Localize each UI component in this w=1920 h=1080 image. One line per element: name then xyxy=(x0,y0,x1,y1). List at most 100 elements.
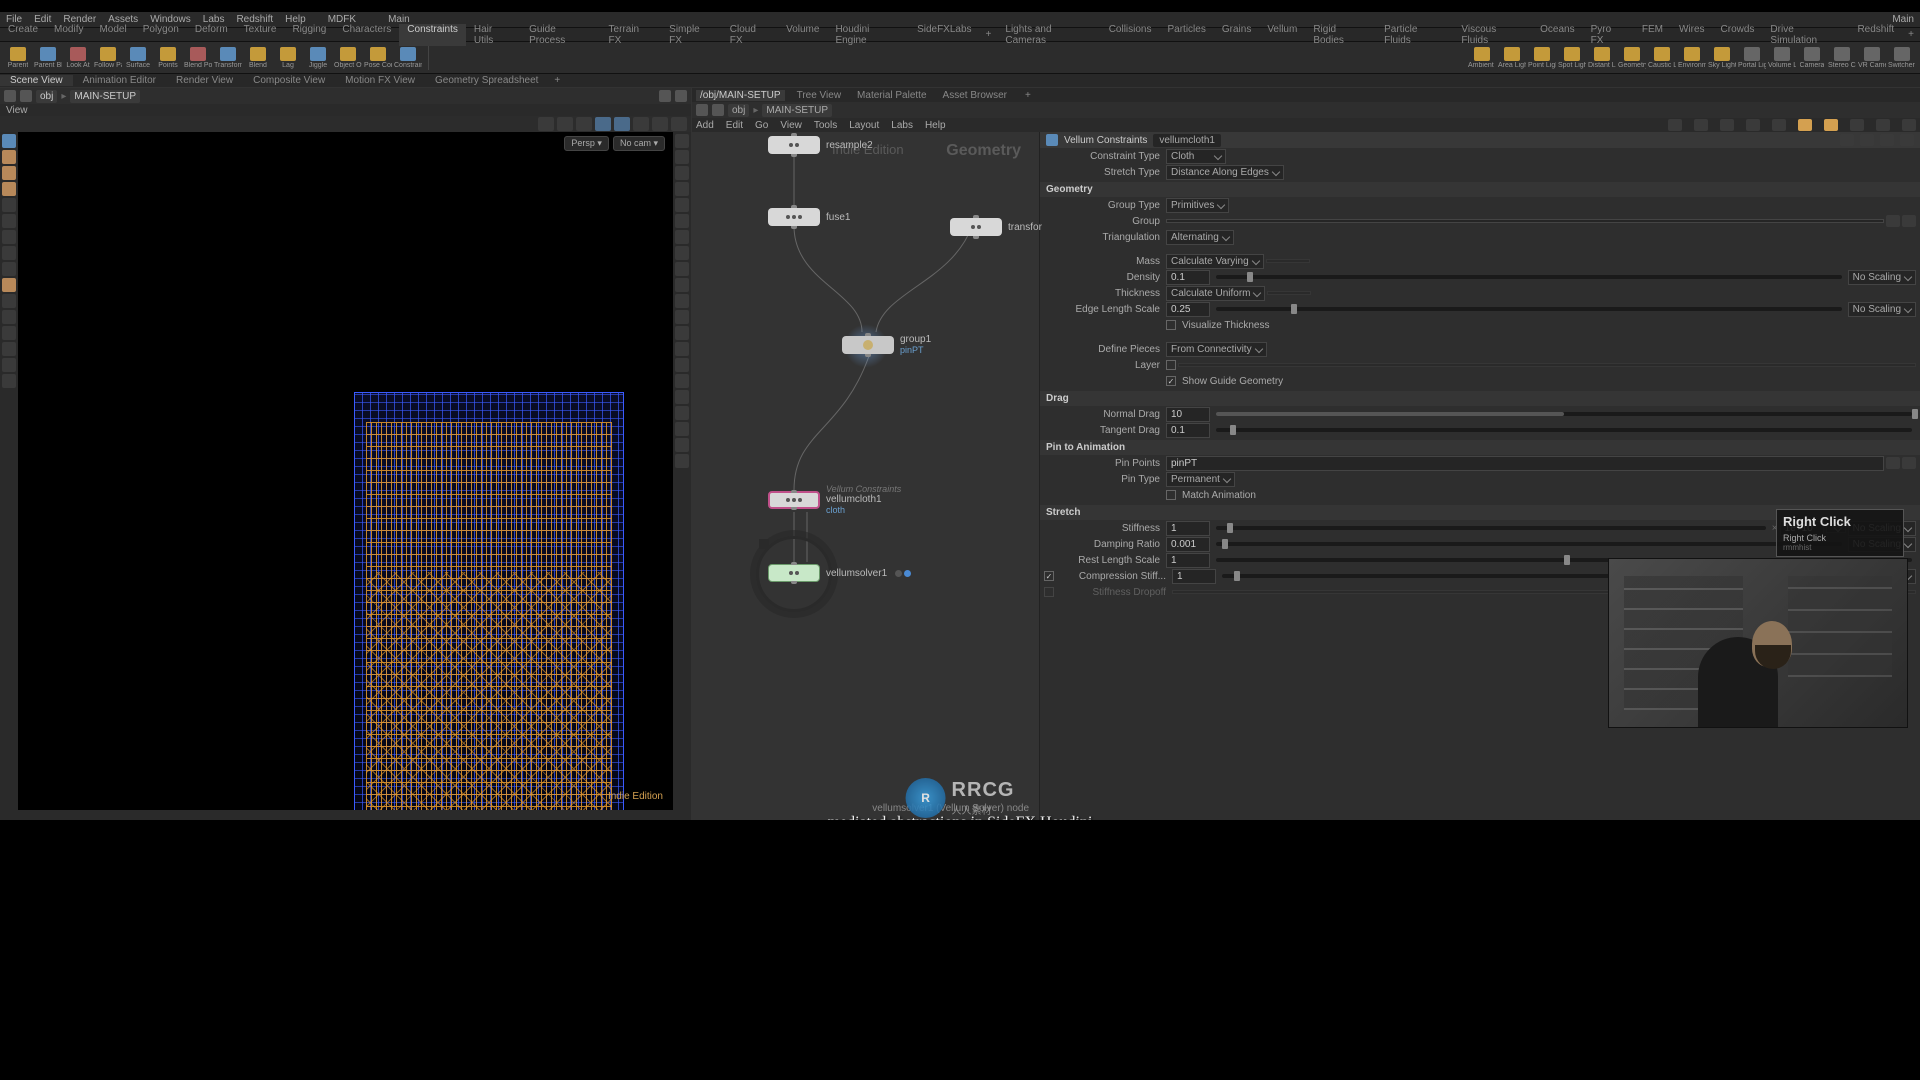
brush-tool-icon[interactable] xyxy=(2,262,16,276)
network-tab-path[interactable]: /obj/MAIN-SETUP xyxy=(696,90,785,101)
net-menu-view[interactable]: View xyxy=(780,120,802,131)
net-icon-9[interactable] xyxy=(1876,119,1890,131)
shelf-tab[interactable]: Deform xyxy=(187,24,236,46)
node-fuse[interactable]: fuse1 xyxy=(768,208,850,226)
tangent-drag-slider[interactable] xyxy=(1216,428,1912,432)
shelf-tool[interactable]: Sky Light xyxy=(1708,44,1736,72)
dispopt-12-icon[interactable] xyxy=(675,310,689,324)
path-obj[interactable]: obj xyxy=(36,90,57,103)
vp-tool-7[interactable] xyxy=(652,117,668,131)
net-icon-10[interactable] xyxy=(1902,119,1916,131)
net-icon-1[interactable] xyxy=(1668,119,1682,131)
network-editor[interactable]: Geometry Indie Edition resample2 fuse1 xyxy=(692,132,1040,820)
vp-tool-3[interactable] xyxy=(576,117,592,131)
shelf-tool[interactable]: Distant Light xyxy=(1588,44,1616,72)
shelf-tab[interactable]: Houdini Engine xyxy=(827,24,909,46)
shelf-tab[interactable]: Create xyxy=(0,24,46,46)
node-vellumcloth[interactable]: Vellum Constraints vellumcloth1 cloth xyxy=(768,484,901,515)
pane-tab[interactable]: Animation Editor xyxy=(73,75,166,86)
shelf-tab[interactable]: Cloud FX xyxy=(722,24,778,46)
shelf-tab[interactable]: Vellum xyxy=(1259,24,1305,46)
region-tool-icon[interactable] xyxy=(2,166,16,180)
dispopt-19-icon[interactable] xyxy=(675,422,689,436)
vp-tool-8[interactable] xyxy=(671,117,687,131)
net-fwd-icon[interactable] xyxy=(712,104,724,116)
shelf-tab[interactable]: Modify xyxy=(46,24,91,46)
mass-input[interactable] xyxy=(1266,259,1310,263)
pin-points-input[interactable]: pinPT xyxy=(1166,456,1884,471)
shelf-tool[interactable]: Volume Light xyxy=(1768,44,1796,72)
dispopt-2-icon[interactable] xyxy=(675,150,689,164)
shelf-tab[interactable]: Oceans xyxy=(1532,24,1582,46)
stiffness-input[interactable]: 1 xyxy=(1166,521,1210,536)
pin-points-select-icon[interactable] xyxy=(1886,457,1900,469)
tangent-drag-input[interactable]: 0.1 xyxy=(1166,423,1210,438)
net-path-setup[interactable]: MAIN-SETUP xyxy=(762,104,832,117)
compression-stiff-input[interactable]: 1 xyxy=(1172,569,1216,584)
shelf-tool[interactable]: Lag xyxy=(274,44,302,72)
shelf-tab[interactable]: Rigid Bodies xyxy=(1305,24,1376,46)
layer-toggle[interactable] xyxy=(1166,360,1176,370)
shelf-tab[interactable]: Model xyxy=(91,24,134,46)
show-guide-checkbox[interactable] xyxy=(1166,376,1176,386)
add-shelf-icon[interactable]: + xyxy=(980,29,998,40)
vp-tool-4[interactable] xyxy=(595,117,611,131)
triangulation-dropdown[interactable]: Alternating xyxy=(1166,230,1234,245)
node-transform[interactable]: transfor xyxy=(950,218,1042,236)
shelf-tool[interactable]: Camera xyxy=(1798,44,1826,72)
dispopt-7-icon[interactable] xyxy=(675,230,689,244)
shelf-tab[interactable]: Simple FX xyxy=(661,24,722,46)
param-gear-icon[interactable] xyxy=(1840,134,1854,146)
shelf-tool[interactable]: Points xyxy=(154,44,182,72)
shelf-tab[interactable]: Crowds xyxy=(1713,24,1763,46)
add-shelf-right-icon[interactable]: + xyxy=(1902,29,1920,40)
param-help-icon[interactable] xyxy=(1860,134,1874,146)
net-icon-3[interactable] xyxy=(1720,119,1734,131)
shelf-tool[interactable]: Environment Light xyxy=(1678,44,1706,72)
stretch-type-dropdown[interactable]: Distance Along Edges xyxy=(1166,165,1284,180)
vp-tool-1[interactable] xyxy=(538,117,554,131)
pane-tab[interactable]: Motion FX View xyxy=(335,75,425,86)
add-network-tab-icon[interactable]: + xyxy=(1019,90,1037,101)
param-reload-icon[interactable] xyxy=(1880,134,1894,146)
handle-tool-icon[interactable] xyxy=(2,246,16,260)
settings-tool-icon[interactable] xyxy=(2,358,16,372)
shelf-tab[interactable]: Drive Simulation xyxy=(1762,24,1849,46)
snap-tool-icon[interactable] xyxy=(2,294,16,308)
dispopt-15-icon[interactable] xyxy=(675,358,689,372)
damping-input[interactable]: 0.001 xyxy=(1166,537,1210,552)
shelf-tool[interactable]: Spot Light xyxy=(1558,44,1586,72)
shelf-tool[interactable]: Blend xyxy=(244,44,272,72)
shelf-tab[interactable]: Texture xyxy=(236,24,285,46)
density-input[interactable]: 0.1 xyxy=(1166,270,1210,285)
mass-dropdown[interactable]: Calculate Varying xyxy=(1166,254,1264,269)
rest-length-input[interactable]: 1 xyxy=(1166,553,1210,568)
net-path-obj[interactable]: obj xyxy=(728,104,749,117)
net-icon-4[interactable] xyxy=(1746,119,1760,131)
thickness-input[interactable] xyxy=(1267,291,1311,295)
shelf-tab[interactable]: Volume xyxy=(778,24,827,46)
shelf-tool[interactable]: VR Camera xyxy=(1858,44,1886,72)
shelf-tab[interactable]: Particles xyxy=(1160,24,1214,46)
shelf-tool[interactable]: Follow Path xyxy=(94,44,122,72)
edge-length-slider[interactable] xyxy=(1216,307,1842,311)
shelf-tool[interactable]: Ambient Light xyxy=(1468,44,1496,72)
pane-tab[interactable]: Composite View xyxy=(243,75,335,86)
shelf-tab[interactable]: Characters xyxy=(334,24,399,46)
net-icon-7[interactable] xyxy=(1824,119,1838,131)
net-menu-edit[interactable]: Edit xyxy=(726,120,743,131)
shelf-tab[interactable]: Particle Fluids xyxy=(1376,24,1453,46)
group-type-dropdown[interactable]: Primitives xyxy=(1166,198,1229,213)
node-vellumsolver[interactable]: vellumsolver1 xyxy=(768,564,911,582)
lasso-tool-icon[interactable] xyxy=(2,182,16,196)
edge-length-input[interactable]: 0.25 xyxy=(1166,302,1210,317)
shelf-tool[interactable]: Stereo Camera xyxy=(1828,44,1856,72)
edge-length-scale-dropdown[interactable]: No Scaling xyxy=(1848,302,1916,317)
network-tab-tree[interactable]: Tree View xyxy=(793,90,845,101)
dispopt-18-icon[interactable] xyxy=(675,406,689,420)
compression-toggle[interactable] xyxy=(1044,571,1054,581)
shelf-tab[interactable]: Pyro FX xyxy=(1583,24,1634,46)
shelf-tool[interactable]: Parent xyxy=(4,44,32,72)
fwd-icon[interactable] xyxy=(20,90,32,102)
shelf-tab[interactable]: Wires xyxy=(1671,24,1713,46)
